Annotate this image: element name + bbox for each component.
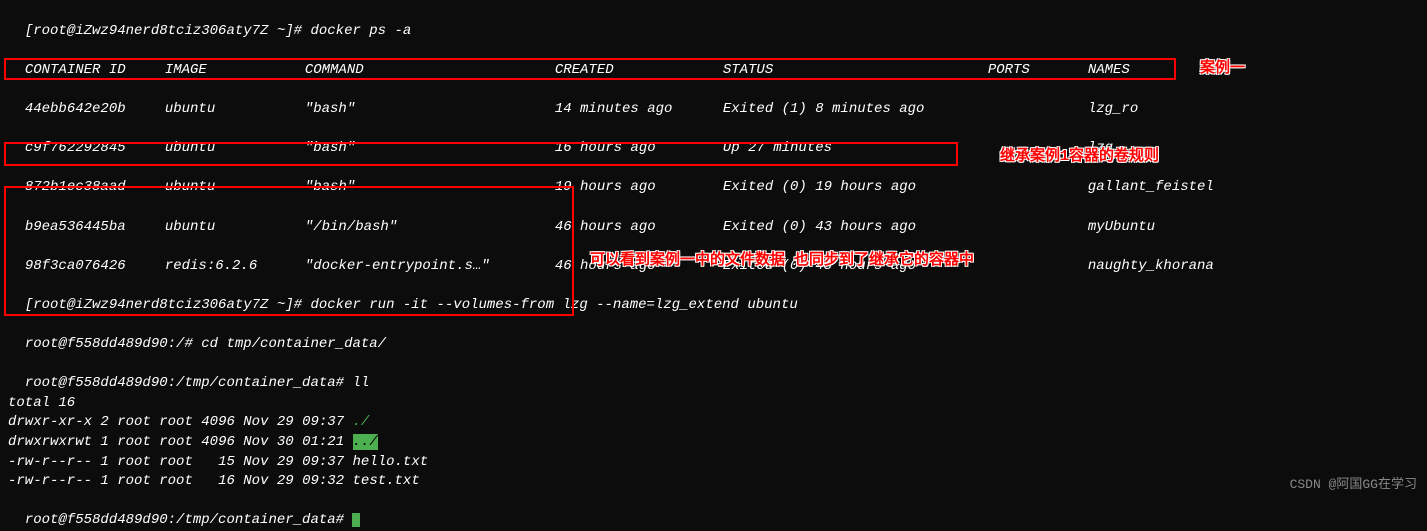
- prompt-user-host: [root@iZwz94nerd8tciz306aty7Z ~]#: [25, 23, 302, 39]
- ll-row: drwxrwxrwt 1 root root 4096 Nov 30 01:21…: [8, 433, 1419, 453]
- header-container-id: CONTAINER ID: [25, 61, 165, 81]
- watermark: CSDN @阿国GG在学习: [1290, 476, 1417, 494]
- prompt-user-host: root@f558dd489d90:/#: [25, 336, 193, 352]
- ll-total: total 16: [8, 394, 1419, 414]
- final-prompt: root@f558dd489d90:/tmp/container_data#: [8, 492, 1419, 531]
- header-ports: PORTS: [988, 61, 1088, 81]
- header-created: CREATED: [555, 61, 723, 81]
- prompt-user-host: root@f558dd489d90:/tmp/container_data#: [25, 512, 344, 528]
- ll-row: -rw-r--r-- 1 root root 15 Nov 29 09:37 h…: [8, 453, 1419, 473]
- prompt-line-2: [root@iZwz94nerd8tciz306aty7Z ~]# docker…: [8, 276, 1419, 315]
- annotation-case1: 案例一: [1200, 58, 1245, 79]
- table-row: 872b1ec38aadubuntu"bash"19 hours agoExit…: [8, 159, 1419, 198]
- command-text[interactable]: cd tmp/container_data/: [201, 336, 386, 352]
- command-text[interactable]: docker run -it --volumes-from lzg --name…: [310, 297, 797, 313]
- prompt-user-host: [root@iZwz94nerd8tciz306aty7Z ~]#: [25, 297, 302, 313]
- header-status: STATUS: [723, 61, 988, 81]
- ll-row: drwxr-xr-x 2 root root 4096 Nov 29 09:37…: [8, 413, 1419, 433]
- table-row: b9ea536445baubuntu"/bin/bash"46 hours ag…: [8, 198, 1419, 237]
- prompt-line-1: [root@iZwz94nerd8tciz306aty7Z ~]# docker…: [8, 2, 1419, 41]
- command-text[interactable]: docker ps -a: [310, 23, 411, 39]
- cursor-icon: [352, 513, 360, 527]
- inner-prompt-2: root@f558dd489d90:/tmp/container_data# l…: [8, 355, 1419, 394]
- annotation-inherit: 继承案例1容器的卷规则: [1000, 146, 1159, 167]
- table-row: 44ebb642e20bubuntu"bash"14 minutes agoEx…: [8, 80, 1419, 119]
- table-row: c9f762292845ubuntu"bash"16 hours agoUp 2…: [8, 120, 1419, 159]
- prompt-user-host: root@f558dd489d90:/tmp/container_data#: [25, 375, 344, 391]
- ll-row: -rw-r--r-- 1 root root 16 Nov 29 09:32 t…: [8, 472, 1419, 492]
- header-names: NAMES: [1088, 61, 1130, 81]
- inner-prompt-1: root@f558dd489d90:/# cd tmp/container_da…: [8, 316, 1419, 355]
- header-command: COMMAND: [305, 61, 555, 81]
- header-image: IMAGE: [165, 61, 305, 81]
- command-text[interactable]: ll: [352, 375, 369, 391]
- annotation-observe: 可以看到案例一中的文件数据 也同步到了继承它的容器中: [590, 250, 974, 271]
